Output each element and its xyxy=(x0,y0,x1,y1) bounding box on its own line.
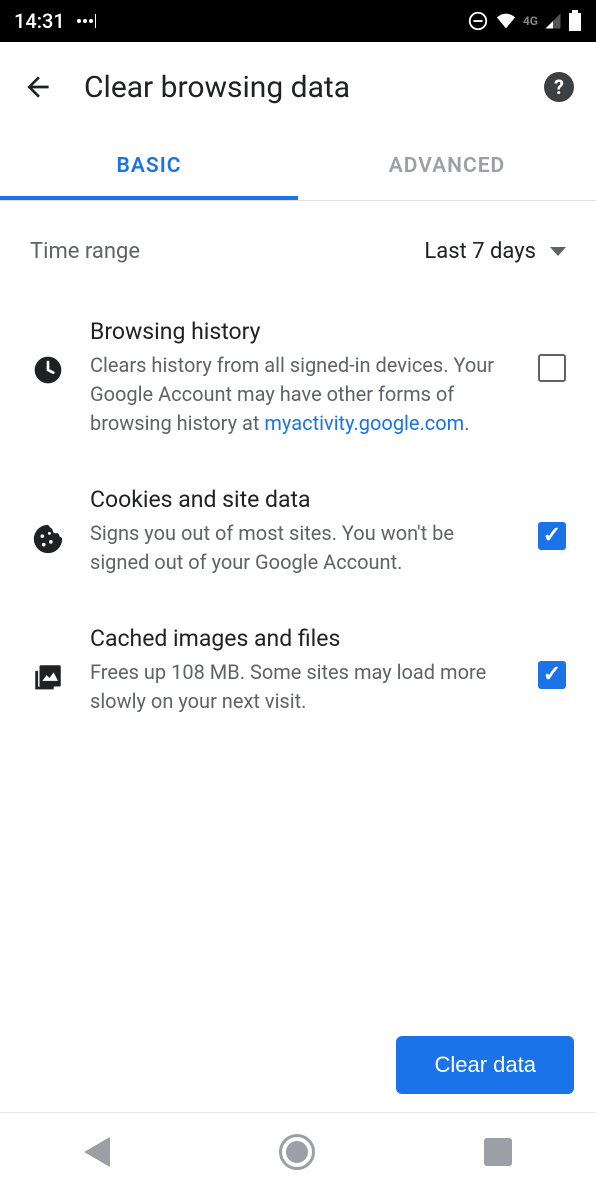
time-range-value: Last 7 days xyxy=(424,239,536,264)
chevron-down-icon xyxy=(550,247,566,256)
footer: Clear data xyxy=(0,1018,596,1113)
back-arrow-icon[interactable] xyxy=(22,71,54,103)
tab-advanced[interactable]: ADVANCED xyxy=(298,132,596,200)
option-list: Browsing history Clears history from all… xyxy=(0,294,596,740)
status-dots-icon xyxy=(77,14,97,28)
option-title: Cookies and site data xyxy=(90,486,514,513)
option-body: Cached images and files Frees up 108 MB.… xyxy=(90,625,514,716)
option-body: Browsing history Clears history from all… xyxy=(90,318,514,438)
cookie-icon xyxy=(30,486,66,556)
wifi-icon xyxy=(495,10,517,32)
checkbox-browsing-history[interactable] xyxy=(538,354,566,382)
images-icon xyxy=(30,625,66,695)
option-cached[interactable]: Cached images and files Frees up 108 MB.… xyxy=(0,601,596,740)
option-browsing-history[interactable]: Browsing history Clears history from all… xyxy=(0,294,596,462)
option-title: Browsing history xyxy=(90,318,514,345)
checkbox-wrap: ✓ xyxy=(538,625,566,689)
page-title: Clear browsing data xyxy=(84,70,514,105)
desc-post: . xyxy=(464,411,469,435)
checkbox-wrap: ✓ xyxy=(538,486,566,550)
nav-home-icon[interactable] xyxy=(279,1134,315,1170)
checkbox-wrap xyxy=(538,318,566,382)
do-not-disturb-icon xyxy=(467,10,489,32)
help-icon[interactable]: ? xyxy=(544,72,574,102)
status-time: 14:31 xyxy=(14,9,65,33)
time-range-dropdown[interactable]: Last 7 days xyxy=(424,239,566,264)
checkbox-cookies[interactable]: ✓ xyxy=(538,522,566,550)
tab-basic[interactable]: BASIC xyxy=(0,132,298,200)
checkbox-cached[interactable]: ✓ xyxy=(538,661,566,689)
option-desc: Signs you out of most sites. You won't b… xyxy=(90,519,514,577)
option-cookies[interactable]: Cookies and site data Signs you out of m… xyxy=(0,462,596,601)
status-right: 4G xyxy=(467,10,582,32)
option-body: Cookies and site data Signs you out of m… xyxy=(90,486,514,577)
option-title: Cached images and files xyxy=(90,625,514,652)
time-range-label: Time range xyxy=(30,239,140,264)
time-range-row: Time range Last 7 days xyxy=(0,201,596,294)
nav-recent-icon[interactable] xyxy=(484,1138,512,1166)
tab-bar: BASIC ADVANCED xyxy=(0,132,596,201)
network-label: 4G xyxy=(523,14,538,28)
signal-icon xyxy=(544,12,562,30)
battery-icon xyxy=(568,10,582,32)
nav-back-icon[interactable] xyxy=(84,1137,110,1167)
option-desc: Clears history from all signed-in device… xyxy=(90,351,514,438)
myactivity-link[interactable]: myactivity.google.com xyxy=(264,411,464,435)
android-nav-bar xyxy=(0,1113,596,1191)
option-desc: Frees up 108 MB. Some sites may load mor… xyxy=(90,658,514,716)
history-icon xyxy=(30,318,66,386)
status-bar: 14:31 4G xyxy=(0,0,596,42)
app-bar: Clear browsing data ? xyxy=(0,42,596,132)
status-left: 14:31 xyxy=(14,9,96,33)
clear-data-button[interactable]: Clear data xyxy=(396,1036,574,1094)
